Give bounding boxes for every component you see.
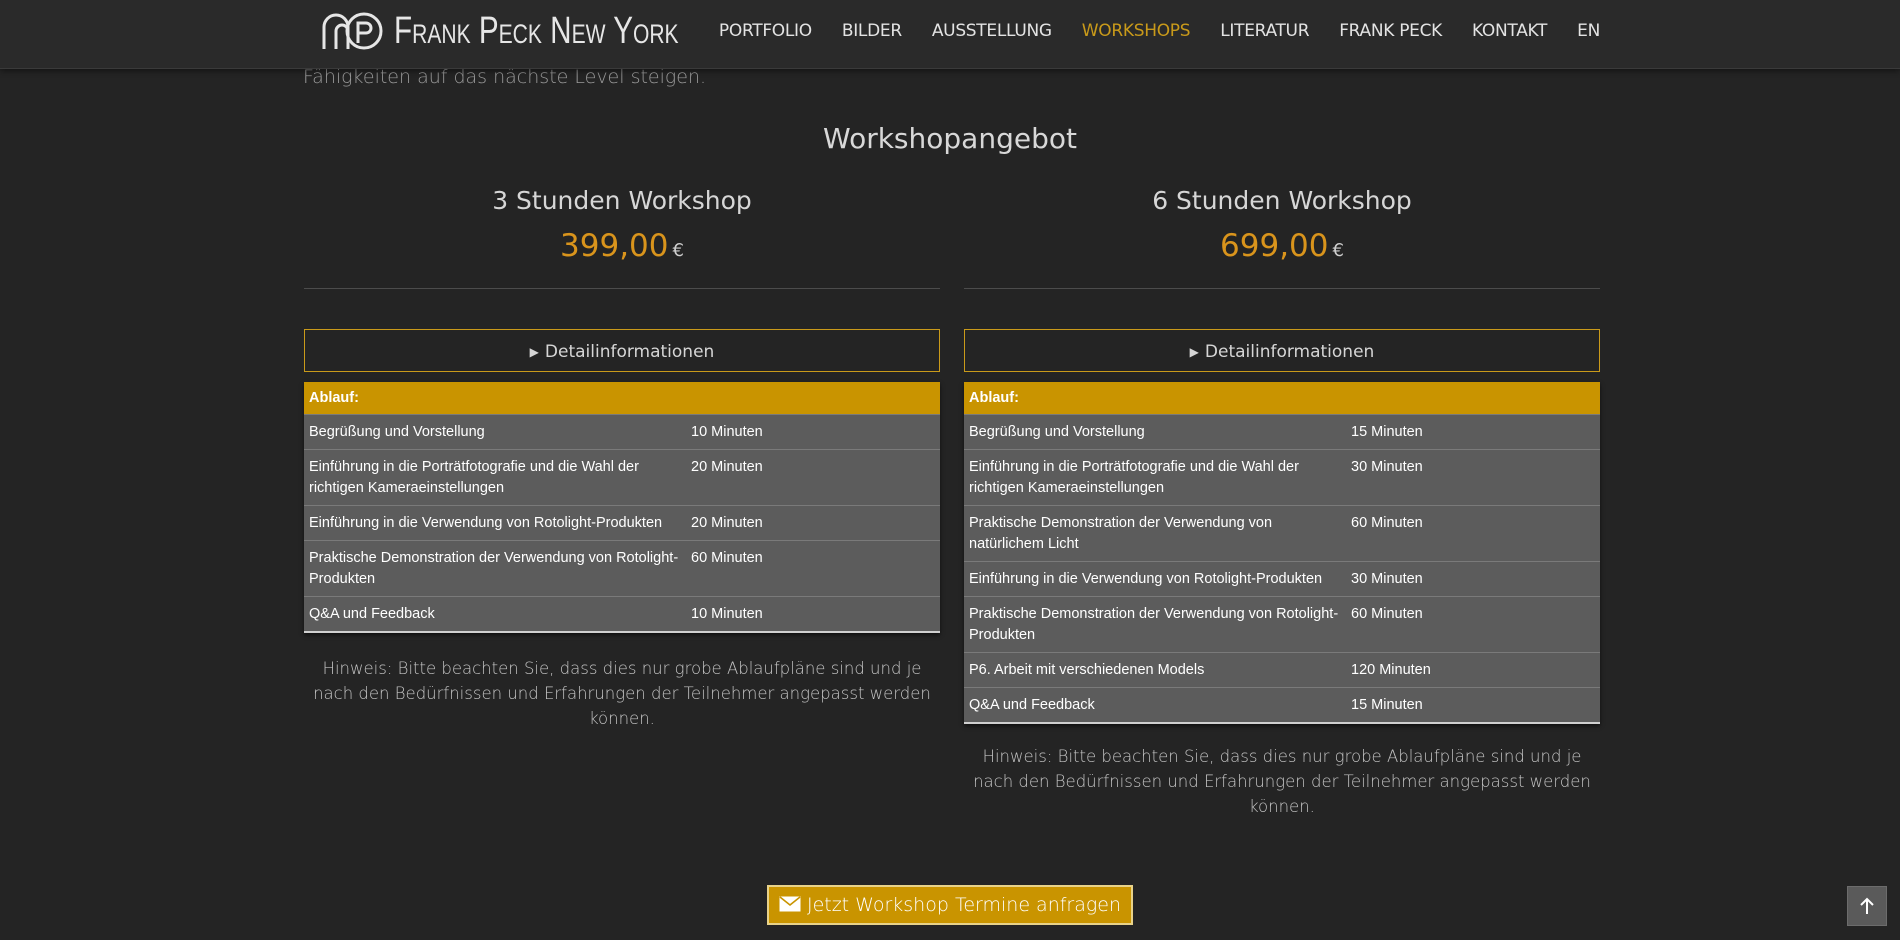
schedule-hint: Hinweis: Bitte beachten Sie, dass dies n… (313, 659, 931, 728)
divider (964, 288, 1600, 289)
nav-workshops[interactable]: WORKSHOPS (1082, 21, 1191, 41)
workshop-title: 6 Stunden Workshop (1152, 186, 1412, 215)
activity-cell: Begrüßung und Vorstellung (964, 414, 1346, 450)
table-row: Praktische Demonstration der Verwendung … (964, 505, 1600, 562)
site-header: Frank Peck New York PORTFOLIO BILDER AUS… (0, 0, 1900, 69)
table-row: Begrüßung und Vorstellung 15 Minuten (964, 414, 1600, 450)
request-workshop-label: Jetzt Workshop Termine anfragen (806, 894, 1122, 916)
activity-cell: Praktische Demonstration der Verwendung … (964, 596, 1346, 653)
activity-cell: Begrüßung und Vorstellung (304, 414, 686, 450)
activity-cell: Einführung in die Verwendung von Rotolig… (964, 561, 1346, 597)
table-row: Einführung in die Verwendung von Rotolig… (304, 505, 940, 541)
duration-cell: 60 Minuten (1346, 505, 1600, 562)
schedule-header-row: Ablauf: (964, 382, 1600, 415)
details-label: Detailinformationen (1204, 342, 1375, 362)
duration-cell: 60 Minuten (1346, 596, 1600, 653)
table-row: Einführung in die Verwendung von Rotolig… (964, 561, 1600, 597)
workshop-price: 699,00 € (964, 228, 1600, 264)
nav-portfolio[interactable]: PORTFOLIO (719, 21, 812, 41)
price-amount: 399,00 (560, 228, 669, 264)
schedule-header-row: Ablauf: (304, 382, 940, 415)
activity-cell: Einführung in die Porträtfotografie und … (304, 449, 686, 506)
price-currency: € (672, 240, 684, 261)
activity-cell: Einführung in die Verwendung von Rotolig… (304, 505, 686, 541)
nav-bilder[interactable]: BILDER (842, 21, 902, 41)
main-nav: PORTFOLIO BILDER AUSSTELLUNG WORKSHOPS L… (689, 21, 1600, 41)
nav-language-en[interactable]: EN (1577, 21, 1600, 41)
duration-cell: 15 Minuten (1346, 414, 1600, 450)
duration-cell: 10 Minuten (686, 596, 940, 633)
activity-cell: Praktische Demonstration der Verwendung … (964, 505, 1346, 562)
schedule-header: Ablauf: (964, 382, 1600, 415)
duration-cell: 120 Minuten (1346, 652, 1600, 688)
duration-cell: 60 Minuten (686, 540, 940, 597)
table-row: Q&A und Feedback 15 Minuten (964, 687, 1600, 724)
duration-cell: 10 Minuten (686, 414, 940, 450)
activity-cell: Q&A und Feedback (304, 596, 686, 633)
details-label: Detailinformationen (544, 342, 715, 362)
details-toggle[interactable]: ▶ Detailinformationen (964, 329, 1600, 372)
scroll-to-top-button[interactable] (1847, 886, 1887, 926)
activity-cell: Praktische Demonstration der Verwendung … (304, 540, 686, 597)
table-row: Einführung in die Porträtfotografie und … (304, 449, 940, 506)
activity-cell: Einführung in die Porträtfotografie und … (964, 449, 1346, 506)
nav-ausstellung[interactable]: AUSSTELLUNG (932, 21, 1052, 41)
workshop-title: 3 Stunden Workshop (492, 186, 752, 215)
fp-logo-icon (322, 12, 383, 50)
triangle-right-icon: ▶ (529, 345, 539, 359)
nav-literatur[interactable]: LITERATUR (1220, 21, 1309, 41)
divider (304, 288, 940, 289)
schedule-header: Ablauf: (304, 382, 940, 415)
table-row: P6. Arbeit mit verschiedenen Models 120 … (964, 652, 1600, 688)
duration-cell: 30 Minuten (1346, 561, 1600, 597)
price-amount: 699,00 (1220, 228, 1329, 264)
intro-text: Fähigkeiten auf das nächste Level steige… (303, 66, 707, 88)
schedule-hint: Hinweis: Bitte beachten Sie, dass dies n… (973, 747, 1591, 816)
table-row: Q&A und Feedback 10 Minuten (304, 596, 940, 633)
duration-cell: 20 Minuten (686, 505, 940, 541)
nav-kontakt[interactable]: KONTAKT (1472, 21, 1547, 41)
activity-cell: P6. Arbeit mit verschiedenen Models (964, 652, 1346, 688)
duration-cell: 20 Minuten (686, 449, 940, 506)
price-currency: € (1332, 240, 1344, 261)
duration-cell: 30 Minuten (1346, 449, 1600, 506)
schedule-table: Ablauf: Begrüßung und Vorstellung 10 Min… (304, 382, 940, 633)
schedule-table: Ablauf: Begrüßung und Vorstellung 15 Min… (964, 382, 1600, 724)
table-row: Praktische Demonstration der Verwendung … (964, 596, 1600, 653)
table-row: Praktische Demonstration der Verwendung … (304, 540, 940, 597)
request-workshop-button[interactable]: Jetzt Workshop Termine anfragen (767, 885, 1133, 925)
logo-text: Frank Peck New York (394, 9, 679, 52)
triangle-right-icon: ▶ (1189, 345, 1199, 359)
section-title: Workshopangebot (823, 122, 1077, 155)
workshop-price: 399,00 € (304, 228, 940, 264)
duration-cell: 15 Minuten (1346, 687, 1600, 724)
table-row: Einführung in die Porträtfotografie und … (964, 449, 1600, 506)
envelope-icon (779, 895, 801, 911)
details-toggle[interactable]: ▶ Detailinformationen (304, 329, 940, 372)
activity-cell: Q&A und Feedback (964, 687, 1346, 724)
nav-frank-peck[interactable]: FRANK PECK (1339, 21, 1442, 41)
arrow-up-icon (1860, 897, 1874, 914)
table-row: Begrüßung und Vorstellung 10 Minuten (304, 414, 940, 450)
